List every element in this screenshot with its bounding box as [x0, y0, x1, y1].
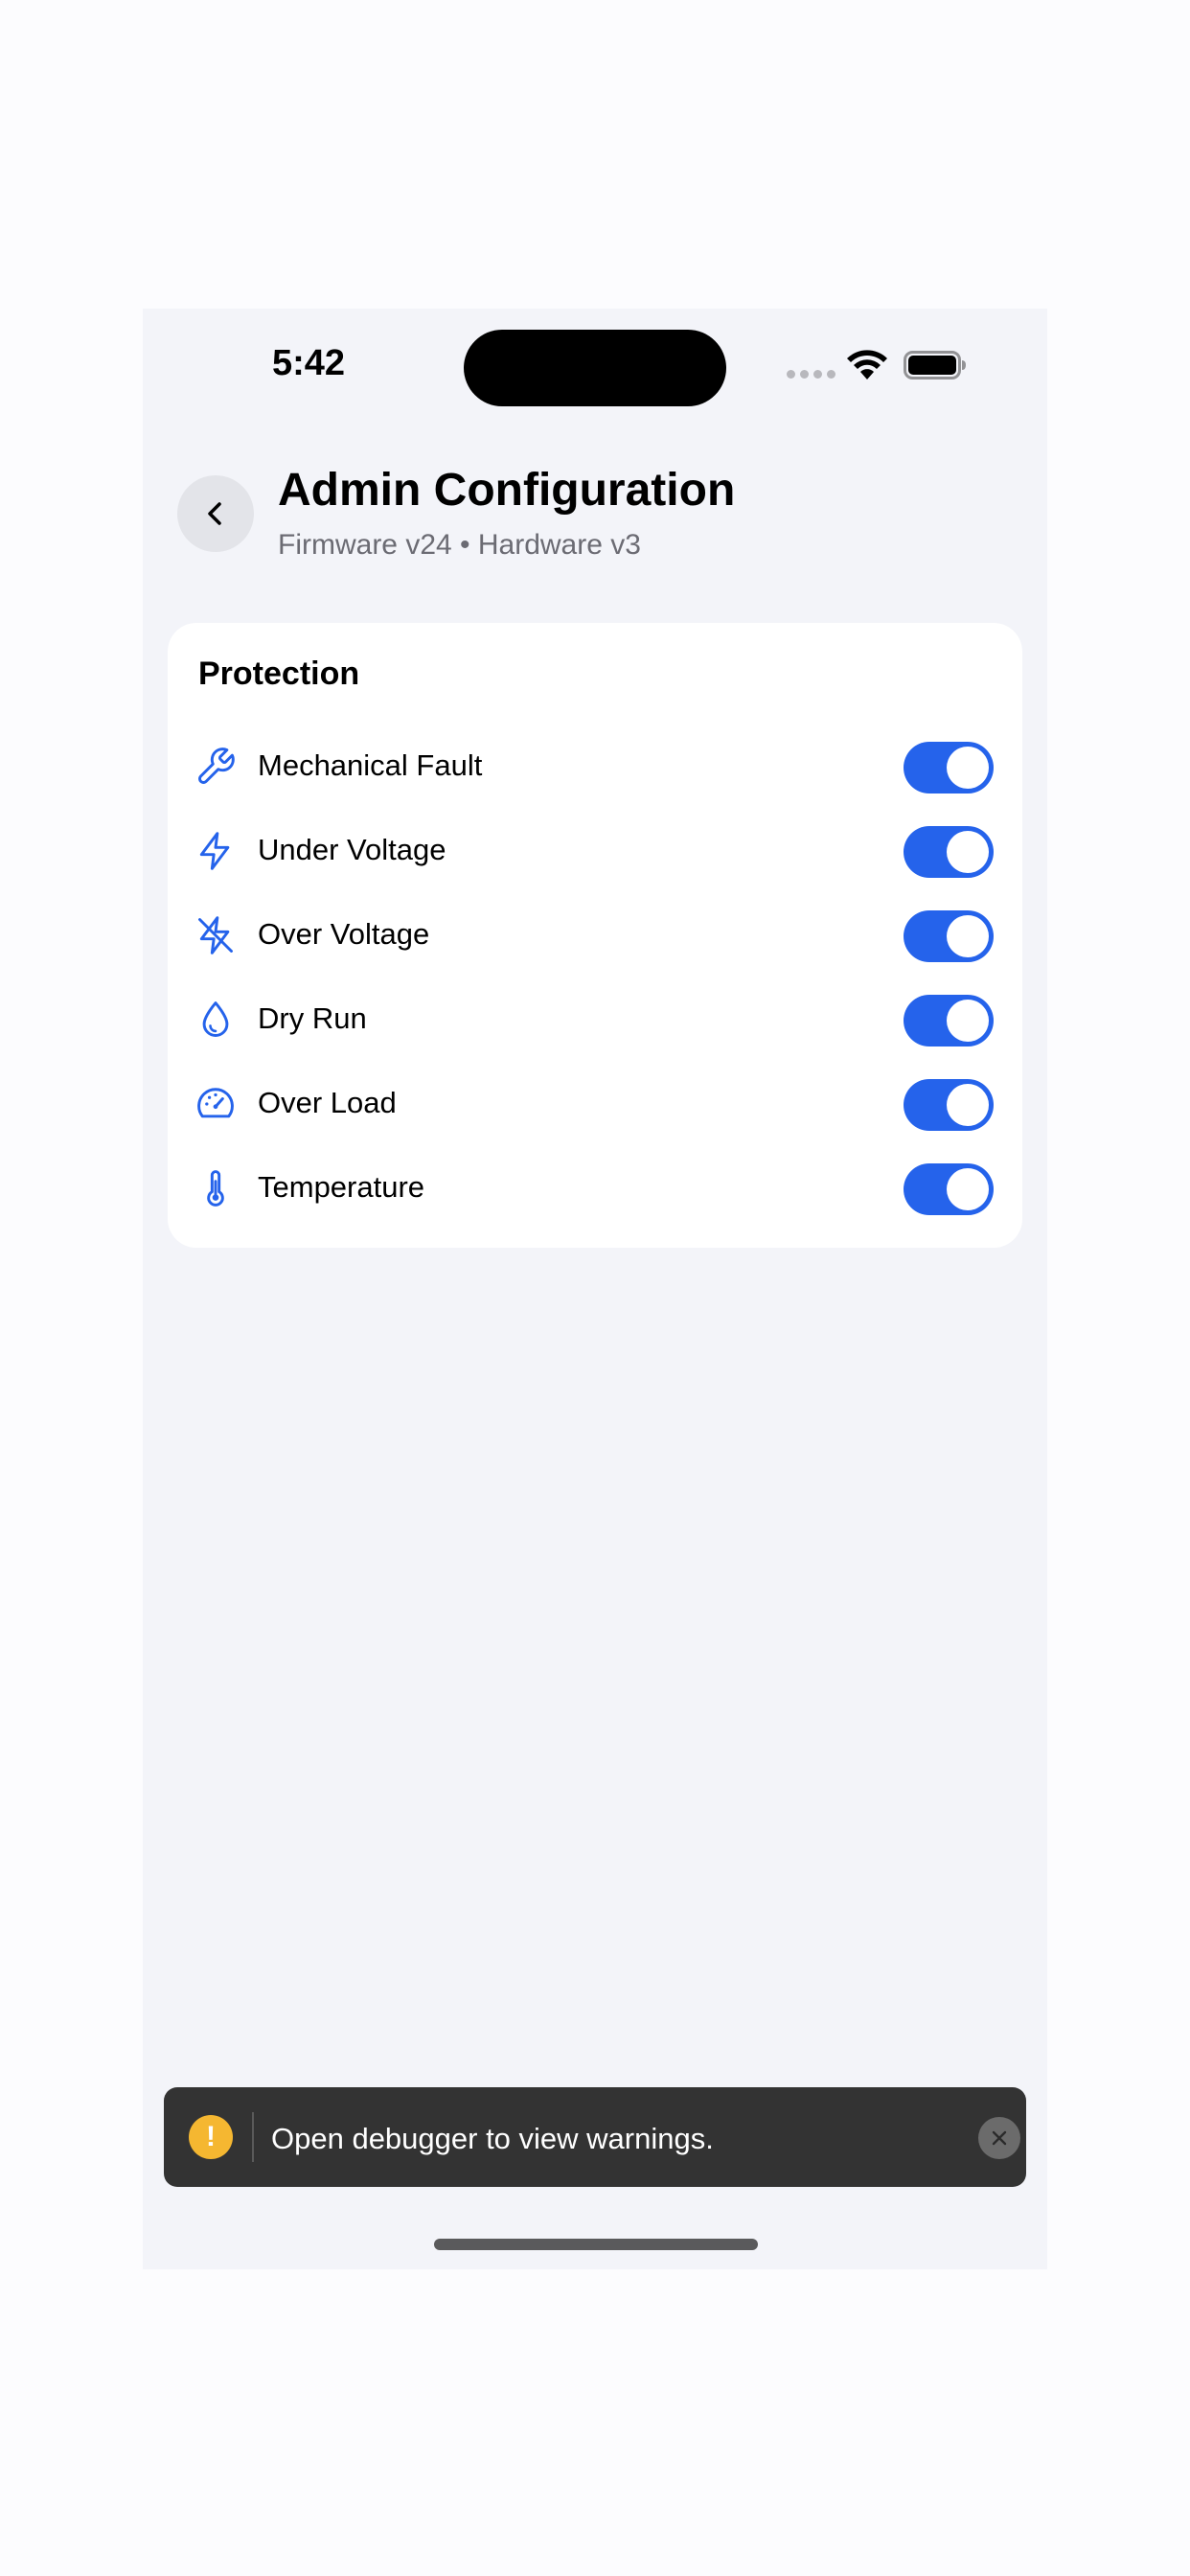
- setting-row-over-voltage: Over Voltage: [168, 893, 1022, 978]
- setting-label: Under Voltage: [258, 833, 446, 866]
- setting-label: Dry Run: [258, 1001, 367, 1035]
- gauge-icon: [197, 1088, 234, 1118]
- water-drop-icon: [202, 1001, 229, 1037]
- home-indicator[interactable]: [434, 2239, 758, 2250]
- dynamic-island: [464, 330, 726, 406]
- back-button[interactable]: [177, 475, 254, 552]
- mechanical-fault-toggle[interactable]: [904, 742, 994, 794]
- protection-card: Protection Mechanical Fault Under Voltag…: [168, 623, 1022, 1248]
- lightning-icon: [199, 832, 230, 870]
- toggle-knob: [947, 1168, 989, 1210]
- toast-message: Open debugger to view warnings.: [271, 2122, 714, 2155]
- thermometer-icon: [207, 1170, 224, 1207]
- page-title: Admin Configuration: [278, 465, 736, 516]
- wrench-icon: [198, 748, 235, 784]
- setting-label: Over Load: [258, 1086, 397, 1119]
- setting-row-temperature: Temperature: [168, 1146, 1022, 1230]
- over-load-toggle[interactable]: [904, 1079, 994, 1131]
- toast-divider: [252, 2112, 254, 2162]
- close-icon: [992, 2130, 1007, 2146]
- dry-run-toggle[interactable]: [904, 995, 994, 1046]
- warning-toast[interactable]: ! Open debugger to view warnings.: [164, 2087, 1026, 2187]
- setting-label: Mechanical Fault: [258, 748, 483, 782]
- toggle-knob: [947, 1000, 989, 1042]
- page-subtitle: Firmware v24 • Hardware v3: [278, 529, 641, 561]
- setting-label: Over Voltage: [258, 917, 430, 951]
- toggle-knob: [947, 831, 989, 873]
- section-title: Protection: [198, 656, 360, 692]
- cellular-signal-icon: [787, 370, 835, 379]
- wifi-icon: [847, 350, 887, 380]
- toggle-knob: [947, 747, 989, 789]
- lightning-off-icon: [198, 916, 233, 954]
- setting-row-under-voltage: Under Voltage: [168, 809, 1022, 893]
- setting-label: Temperature: [258, 1170, 425, 1204]
- setting-row-dry-run: Dry Run: [168, 978, 1022, 1062]
- temperature-toggle[interactable]: [904, 1163, 994, 1215]
- over-voltage-toggle[interactable]: [904, 910, 994, 962]
- setting-row-over-load: Over Load: [168, 1062, 1022, 1146]
- toggle-knob: [947, 1084, 989, 1126]
- under-voltage-toggle[interactable]: [904, 826, 994, 878]
- toggle-knob: [947, 915, 989, 957]
- warning-icon: !: [189, 2115, 233, 2159]
- toast-close-button[interactable]: [978, 2117, 1020, 2159]
- chevron-left-icon: [208, 502, 221, 525]
- phone-screen: 5:42 Admin Configuration Firmware v24 • …: [143, 309, 1047, 2269]
- status-time: 5:42: [272, 343, 346, 383]
- battery-icon: [904, 351, 966, 380]
- setting-row-mechanical-fault: Mechanical Fault: [168, 724, 1022, 809]
